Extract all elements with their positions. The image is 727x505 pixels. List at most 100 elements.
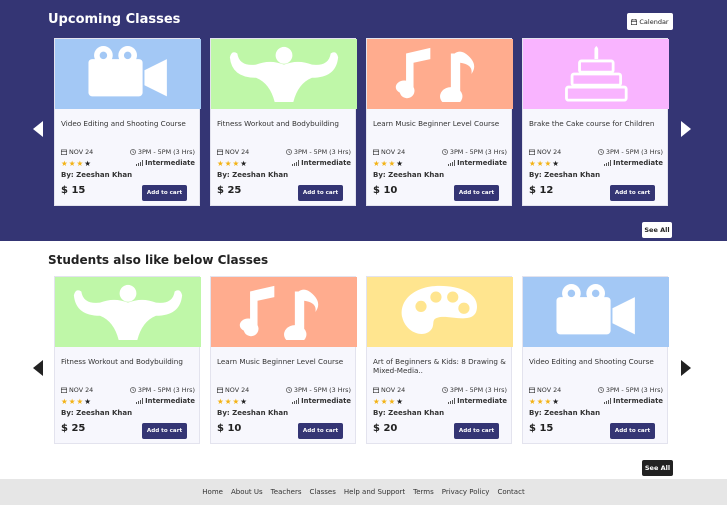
class-thumbnail[interactable] — [523, 277, 669, 347]
add-to-cart-button[interactable]: Add to cart — [610, 185, 655, 201]
class-level: Intermediate — [292, 159, 351, 167]
clock-icon — [597, 387, 604, 393]
level-bars-icon — [136, 398, 144, 404]
class-time: 3PM - 5PM (3 Hrs) — [285, 148, 351, 156]
clock-icon — [441, 149, 448, 155]
calendar-button[interactable]: Calendar — [627, 13, 673, 30]
class-thumbnail[interactable] — [55, 39, 201, 109]
class-level: Intermediate — [604, 159, 663, 167]
star-icon: ★ — [396, 396, 403, 406]
calendar-icon — [373, 387, 379, 393]
class-price: $ 10 — [373, 185, 398, 196]
add-to-cart-button[interactable]: Add to cart — [298, 423, 343, 439]
star-icon: ★ — [240, 158, 247, 168]
class-price: $ 12 — [529, 185, 554, 196]
class-level: Intermediate — [292, 397, 351, 405]
level-bars-icon — [604, 160, 612, 166]
add-to-cart-button[interactable]: Add to cart — [298, 185, 343, 201]
clock-icon — [285, 387, 292, 393]
class-card[interactable]: Art of Beginners & Kids: 8 Drawing & Mix… — [366, 276, 513, 444]
class-card[interactable]: Fitness Workout and Bodybuilding NOV 24 3P… — [54, 276, 201, 444]
footer-link[interactable]: Contact — [497, 488, 524, 496]
prev-arrow-upcoming[interactable] — [31, 120, 45, 138]
class-title[interactable]: Art of Beginners & Kids: 8 Drawing & Mix… — [373, 357, 511, 375]
class-author: By: Zeeshan Khan — [61, 171, 133, 179]
next-arrow-upcoming[interactable] — [679, 120, 693, 138]
prev-arrow-also-like[interactable] — [31, 359, 45, 377]
rating-stars: ★ ★ ★ ★ — [61, 396, 91, 406]
level-bars-icon — [292, 160, 300, 166]
class-level: Intermediate — [448, 159, 507, 167]
star-icon: ★ — [224, 158, 232, 168]
footer-link[interactable]: About Us — [231, 488, 263, 496]
footer-link[interactable]: Terms — [413, 488, 434, 496]
class-thumbnail[interactable] — [211, 277, 357, 347]
star-icon: ★ — [84, 396, 91, 406]
class-time: 3PM - 5PM (3 Hrs) — [597, 386, 663, 394]
class-author: By: Zeeshan Khan — [529, 409, 601, 417]
class-author: By: Zeeshan Khan — [217, 409, 289, 417]
class-title[interactable]: Learn Music Beginner Level Course — [373, 119, 511, 128]
class-thumbnail[interactable] — [55, 277, 201, 347]
bodybuilder-icon — [228, 46, 340, 102]
add-to-cart-button[interactable]: Add to cart — [142, 185, 187, 201]
calendar-icon — [217, 387, 223, 393]
star-icon: ★ — [536, 396, 544, 406]
class-price: $ 25 — [61, 423, 86, 434]
class-title[interactable]: Fitness Workout and Bodybuilding — [61, 357, 199, 366]
add-to-cart-button[interactable]: Add to cart — [454, 423, 499, 439]
birthday-cake-icon — [559, 46, 634, 102]
footer-link[interactable]: Privacy Policy — [442, 488, 490, 496]
star-icon: ★ — [388, 158, 396, 168]
class-thumbnail[interactable] — [211, 39, 357, 109]
star-icon: ★ — [373, 396, 380, 406]
class-title[interactable]: Brake the Cake course for Children — [529, 119, 667, 128]
music-note-icon — [393, 46, 486, 102]
add-to-cart-button[interactable]: Add to cart — [610, 423, 655, 439]
see-all-upcoming-button[interactable]: See All — [642, 222, 672, 238]
next-arrow-also-like[interactable] — [679, 359, 693, 377]
class-card[interactable]: Brake the Cake course for Children NOV 24… — [522, 38, 669, 206]
class-card[interactable]: Video Editing and Shooting Course NOV 24 3… — [54, 38, 201, 206]
class-card[interactable]: Learn Music Beginner Level Course NOV 24 3… — [366, 38, 513, 206]
class-thumbnail[interactable] — [523, 39, 669, 109]
class-price: $ 25 — [217, 185, 242, 196]
star-icon: ★ — [224, 396, 232, 406]
chevron-left-icon — [33, 121, 43, 137]
class-thumbnail[interactable] — [367, 39, 513, 109]
calendar-icon — [529, 387, 535, 393]
class-price: $ 15 — [529, 423, 554, 434]
class-card[interactable]: Learn Music Beginner Level Course NOV 24 3… — [210, 276, 357, 444]
star-icon: ★ — [232, 158, 240, 168]
class-card[interactable]: Fitness Workout and Bodybuilding NOV 24 3P… — [210, 38, 357, 206]
star-icon: ★ — [529, 396, 536, 406]
star-icon: ★ — [388, 396, 396, 406]
calendar-icon — [529, 149, 535, 155]
footer-link[interactable]: Home — [202, 488, 223, 496]
bodybuilder-icon — [72, 284, 184, 340]
star-icon: ★ — [84, 158, 91, 168]
star-icon: ★ — [61, 158, 68, 168]
class-title[interactable]: Video Editing and Shooting Course — [61, 119, 199, 128]
level-bars-icon — [604, 398, 612, 404]
add-to-cart-button[interactable]: Add to cart — [454, 185, 499, 201]
footer-link[interactable]: Classes — [309, 488, 335, 496]
footer-link[interactable]: Teachers — [271, 488, 302, 496]
class-thumbnail[interactable] — [367, 277, 513, 347]
calendar-icon — [631, 18, 638, 25]
level-bars-icon — [136, 160, 144, 166]
class-title[interactable]: Video Editing and Shooting Course — [529, 357, 667, 366]
class-title[interactable]: Fitness Workout and Bodybuilding — [217, 119, 355, 128]
footer-link[interactable]: Help and Support — [344, 488, 405, 496]
class-card[interactable]: Video Editing and Shooting Course NOV 24 3… — [522, 276, 669, 444]
see-all-also-like-button[interactable]: See All — [642, 460, 673, 476]
star-icon: ★ — [544, 396, 552, 406]
star-icon: ★ — [380, 396, 388, 406]
class-title[interactable]: Learn Music Beginner Level Course — [217, 357, 355, 366]
class-time: 3PM - 5PM (3 Hrs) — [597, 148, 663, 156]
class-date: NOV 24 — [373, 148, 405, 156]
calendar-label: Calendar — [639, 17, 669, 26]
clock-icon — [285, 149, 292, 155]
add-to-cart-button[interactable]: Add to cart — [142, 423, 187, 439]
class-author: By: Zeeshan Khan — [373, 409, 445, 417]
